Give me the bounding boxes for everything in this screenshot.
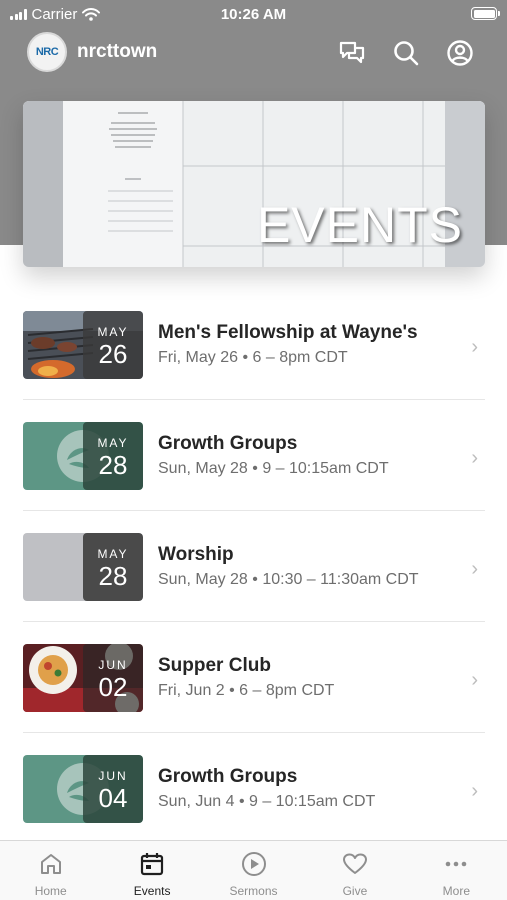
- event-thumbnail: JUN 02: [23, 644, 143, 712]
- badge-month: JUN: [98, 658, 128, 672]
- logo-text: NRC: [35, 46, 59, 58]
- brand-name: nrcttown: [77, 41, 158, 62]
- chat-icon[interactable]: [337, 38, 367, 68]
- date-badge: MAY 28: [83, 422, 143, 490]
- tab-label: Home: [34, 884, 67, 898]
- event-item[interactable]: MAY 28 Worship Sun, May 28 • 10:30 – 11:…: [0, 511, 507, 622]
- event-thumbnail: MAY 28: [23, 533, 143, 601]
- event-list: MAY 26 Men's Fellowship at Wayne's Fri, …: [0, 289, 507, 844]
- app-header: NRC nrcttown: [0, 30, 507, 76]
- event-datetime: Fri, May 26 • 6 – 8pm CDT: [158, 349, 348, 366]
- badge-day: 04: [98, 783, 128, 813]
- tab-more[interactable]: More: [406, 841, 507, 900]
- heart-icon: [341, 850, 369, 878]
- chevron-right-icon: ›: [471, 558, 478, 580]
- tab-sermons[interactable]: Sermons: [203, 841, 304, 900]
- tab-label: Events: [133, 884, 171, 898]
- events-hero-banner: EVENTS: [23, 101, 485, 267]
- badge-day: 28: [98, 561, 128, 591]
- badge-day: 28: [98, 450, 128, 480]
- event-title: Growth Groups: [158, 766, 298, 787]
- badge-month: MAY: [97, 547, 129, 561]
- chevron-right-icon: ›: [471, 669, 478, 691]
- tab-home[interactable]: Home: [0, 841, 101, 900]
- event-item[interactable]: JUN 02 Supper Club Fri, Jun 2 • 6 – 8pm …: [0, 622, 507, 733]
- date-badge: JUN 02: [83, 644, 143, 712]
- event-datetime: Sun, May 28 • 10:30 – 11:30am CDT: [158, 571, 419, 588]
- play-icon: [240, 850, 268, 878]
- badge-day: 02: [98, 672, 128, 702]
- date-badge: MAY 26: [83, 311, 143, 379]
- event-thumbnail: MAY 26: [23, 311, 143, 379]
- battery-icon: [471, 7, 500, 20]
- tab-label: Sermons: [229, 884, 278, 898]
- tab-bar: Home Events Sermons Give More: [0, 840, 507, 900]
- event-item[interactable]: MAY 26 Men's Fellowship at Wayne's Fri, …: [0, 289, 507, 400]
- event-datetime: Fri, Jun 2 • 6 – 8pm CDT: [158, 682, 335, 699]
- date-badge: JUN 04: [83, 755, 143, 823]
- status-time: 10:26 AM: [220, 6, 287, 23]
- event-title: Men's Fellowship at Wayne's: [158, 322, 418, 343]
- tab-label: Give: [342, 884, 368, 898]
- event-title: Worship: [158, 544, 234, 565]
- event-title: Growth Groups: [158, 433, 298, 454]
- chevron-right-icon: ›: [471, 447, 478, 469]
- more-icon: [442, 850, 470, 878]
- status-bar: Carrier 10:26 AM: [0, 0, 507, 30]
- event-datetime: Sun, May 28 • 9 – 10:15am CDT: [158, 460, 389, 477]
- event-title: Supper Club: [158, 655, 271, 676]
- date-badge: MAY 28: [83, 533, 143, 601]
- badge-month: MAY: [97, 436, 129, 450]
- home-icon: [37, 850, 65, 878]
- event-thumbnail: MAY 28: [23, 422, 143, 490]
- tab-events[interactable]: Events: [101, 841, 202, 900]
- chevron-right-icon: ›: [471, 336, 478, 358]
- tab-label: More: [442, 884, 470, 898]
- event-datetime: Sun, Jun 4 • 9 – 10:15am CDT: [158, 793, 376, 810]
- event-thumbnail: JUN 04: [23, 755, 143, 823]
- event-item[interactable]: JUN 04 Growth Groups Sun, Jun 4 • 9 – 10…: [0, 733, 507, 844]
- badge-day: 26: [98, 339, 128, 369]
- chevron-right-icon: ›: [471, 780, 478, 802]
- event-item[interactable]: MAY 28 Growth Groups Sun, May 28 • 9 – 1…: [0, 400, 507, 511]
- badge-month: MAY: [97, 325, 129, 339]
- account-icon[interactable]: [445, 38, 475, 68]
- hero-title: EVENTS: [256, 197, 463, 253]
- church-logo[interactable]: NRC: [27, 32, 67, 72]
- calendar-icon: [138, 850, 166, 878]
- badge-month: JUN: [98, 769, 128, 783]
- search-icon[interactable]: [391, 38, 421, 68]
- tab-give[interactable]: Give: [304, 841, 405, 900]
